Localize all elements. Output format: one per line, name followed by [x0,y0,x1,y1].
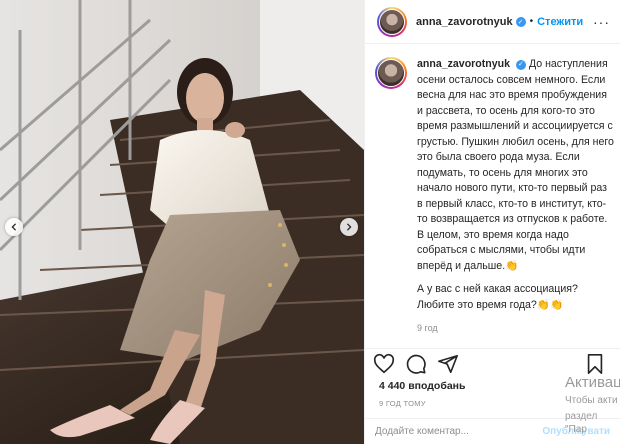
caption-username[interactable]: anna_zavorotnyuk [417,58,510,70]
share-icon[interactable] [437,353,459,375]
avatar[interactable] [377,6,407,37]
carousel-prev-button[interactable] [5,218,23,236]
post-header: anna_zavorotnyuk ✓ • Стежити ··· [365,0,620,44]
post-panel: anna_zavorotnyuk ✓ • Стежити ··· anna_za… [364,0,620,444]
clap-emoji: 👏 [505,259,519,272]
verified-badge-icon: ✓ [515,59,526,70]
caption-time[interactable]: 9 год [417,321,614,337]
bookmark-icon[interactable] [584,353,606,375]
separator: • [529,16,534,27]
caption-avatar[interactable] [375,57,407,89]
post-photo[interactable] [0,0,364,444]
comment-bar: Опублікувати [365,418,620,444]
follow-button[interactable]: Стежити [537,16,583,28]
caption-paragraph-1: До наступления осени осталось совсем нем… [417,58,614,272]
publish-button[interactable]: Опублікувати [542,426,610,437]
chevron-left-icon [11,223,17,231]
likes-count[interactable]: 4 440 вподобань [379,380,465,392]
clap-emoji-double: 👏👏 [536,298,564,311]
verified-badge-icon: ✓ [515,16,526,27]
carousel-next-button[interactable] [340,218,358,236]
heart-icon[interactable] [373,353,395,375]
caption-block: anna_zavorotnyuk ✓ До наступления осени … [375,57,614,343]
caption-text: anna_zavorotnyuk ✓ До наступления осени … [417,57,614,343]
header-username[interactable]: anna_zavorotnyuk [416,16,513,28]
comment-icon[interactable] [405,353,427,375]
photo-illustration [0,0,364,444]
chevron-right-icon [346,223,352,231]
action-bar [365,348,620,378]
post-date[interactable]: 9 ГОД ТОМУ [379,399,426,408]
comment-input[interactable] [375,426,505,437]
more-options-icon[interactable]: ··· [593,14,610,30]
